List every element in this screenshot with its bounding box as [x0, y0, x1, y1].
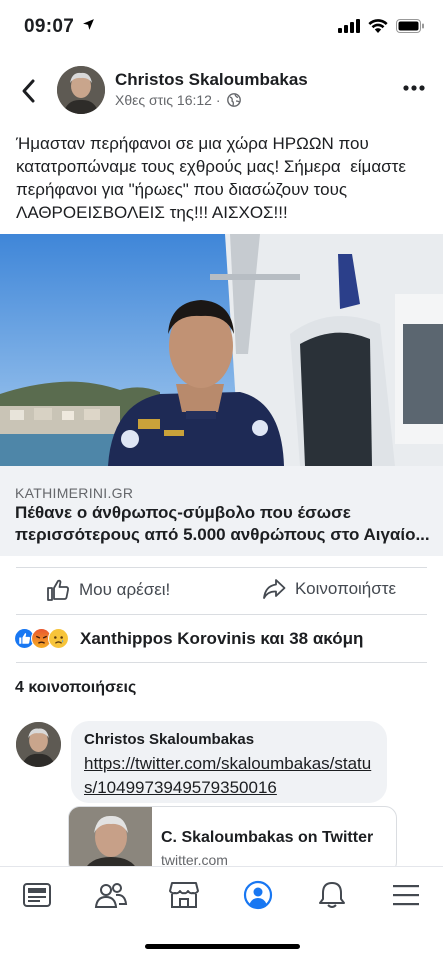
comment-link[interactable]: https://twitter.com/skaloumbakas/status/… — [84, 752, 384, 800]
share-button[interactable]: Κοινοποιήστε — [262, 578, 396, 600]
wifi-icon — [368, 19, 388, 33]
author-avatar[interactable] — [57, 66, 105, 114]
status-time: 09:07 — [24, 16, 95, 38]
post-timestamp[interactable]: Χθες στις 16:12 · — [115, 92, 221, 108]
divider — [16, 567, 427, 568]
divider — [16, 662, 427, 663]
friends-icon[interactable] — [94, 880, 128, 910]
back-arrow-icon[interactable] — [18, 76, 40, 106]
share-arrow-icon — [263, 579, 286, 599]
location-arrow-icon — [82, 19, 94, 30]
comment-author[interactable]: Christos Skaloumbakas — [84, 731, 254, 748]
reactions-summary[interactable]: Xanthippos Korovinis και 38 ακόμη — [80, 629, 363, 649]
sad-reaction-icon — [48, 628, 69, 649]
link-preview-image[interactable] — [0, 234, 443, 466]
reaction-icons[interactable] — [14, 628, 69, 649]
divider — [16, 614, 427, 615]
news-feed-icon[interactable] — [20, 880, 54, 910]
post-text: Ήμασταν περήφανοι σε μια χώρα ΗΡΩΩΝ που … — [16, 134, 411, 222]
globe-icon — [226, 93, 241, 107]
menu-icon[interactable] — [389, 880, 423, 910]
marketplace-icon[interactable] — [167, 880, 201, 910]
commenter-avatar[interactable] — [16, 722, 61, 767]
link-source: KATHIMERINI.GR — [15, 485, 134, 501]
profile-icon[interactable] — [241, 880, 275, 910]
battery-icon — [396, 19, 424, 33]
card-thumbnail — [69, 807, 152, 873]
twitter-link-card[interactable]: C. Skaloumbakas on Twitter twitter.com — [68, 806, 397, 874]
like-button[interactable]: Μου αρέσει! — [46, 578, 170, 602]
notifications-icon[interactable] — [315, 880, 349, 910]
link-title[interactable]: Πέθανε ο άνθρωπος-σύμβολο που έσωσε περι… — [15, 502, 430, 546]
thumbs-up-icon — [47, 579, 69, 601]
cellular-signal-icon — [338, 19, 360, 33]
post-meta: Χθες στις 16:12 · — [115, 92, 241, 108]
shares-count[interactable]: 4 κοινοποιήσεις — [15, 679, 136, 697]
more-options-icon[interactable] — [403, 84, 425, 92]
card-title: C. Skaloumbakas on Twitter — [161, 829, 374, 846]
home-indicator — [145, 944, 300, 949]
status-bar: 09:07 — [0, 0, 443, 56]
post-author-name[interactable]: Christos Skaloumbakas — [115, 70, 308, 90]
share-label: Κοινοποιήστε — [295, 579, 397, 598]
like-label: Μου αρέσει! — [79, 580, 171, 599]
